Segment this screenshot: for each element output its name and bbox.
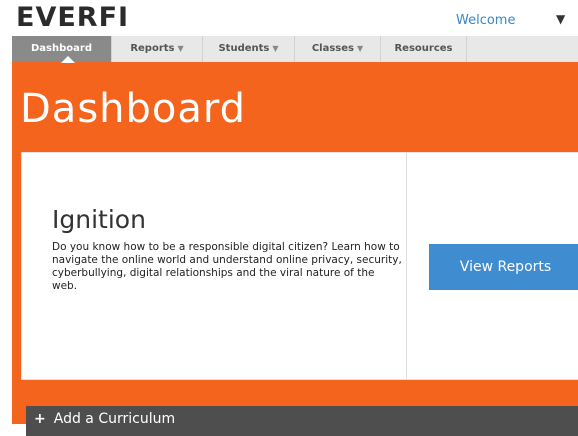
view-reports-button[interactable]: View Reports — [429, 244, 578, 290]
curriculum-title: Ignition — [52, 205, 146, 234]
curriculum-card: Ignition Do you know how to be a respons… — [21, 152, 578, 380]
top-header: EVERFI Welcome ▼ — [0, 0, 578, 36]
everfi-logo[interactable]: EVERFI — [16, 2, 129, 33]
nav-tab-reports[interactable]: Reports ▼ — [112, 36, 203, 62]
add-curriculum-label: Add a Curriculum — [53, 411, 176, 427]
nav-tab-classes[interactable]: Classes ▼ — [295, 36, 381, 62]
nav-tab-label: Students — [218, 43, 270, 54]
page-title: Dashboard — [20, 86, 247, 132]
curriculum-description: Do you know how to be a responsible digi… — [52, 241, 402, 292]
dashboard-area: Dashboard Ignition Do you know how to be… — [12, 62, 578, 436]
chevron-down-icon: ▼ — [177, 44, 184, 53]
chevron-down-icon: ▼ — [357, 44, 364, 53]
nav-tab-students[interactable]: Students ▼ — [203, 36, 295, 62]
nav-tab-resources[interactable]: Resources — [381, 36, 467, 62]
active-tab-pointer — [61, 56, 75, 63]
card-divider — [406, 153, 407, 379]
nav-tab-label: Resources — [394, 43, 453, 54]
nav-tab-label: Classes — [311, 43, 354, 54]
chevron-down-icon: ▼ — [272, 44, 279, 53]
nav-tab-label: Reports — [130, 43, 175, 54]
nav-tab-label: Dashboard — [31, 43, 92, 54]
user-menu-chevron-down-icon[interactable]: ▼ — [556, 12, 565, 26]
main-nav: Dashboard Reports ▼ Students ▼ Classes ▼ Re… — [12, 36, 578, 63]
plus-icon: + — [34, 411, 46, 427]
welcome-text: Welcome — [456, 13, 516, 28]
add-curriculum-button[interactable]: + Add a Curriculum — [26, 406, 578, 436]
